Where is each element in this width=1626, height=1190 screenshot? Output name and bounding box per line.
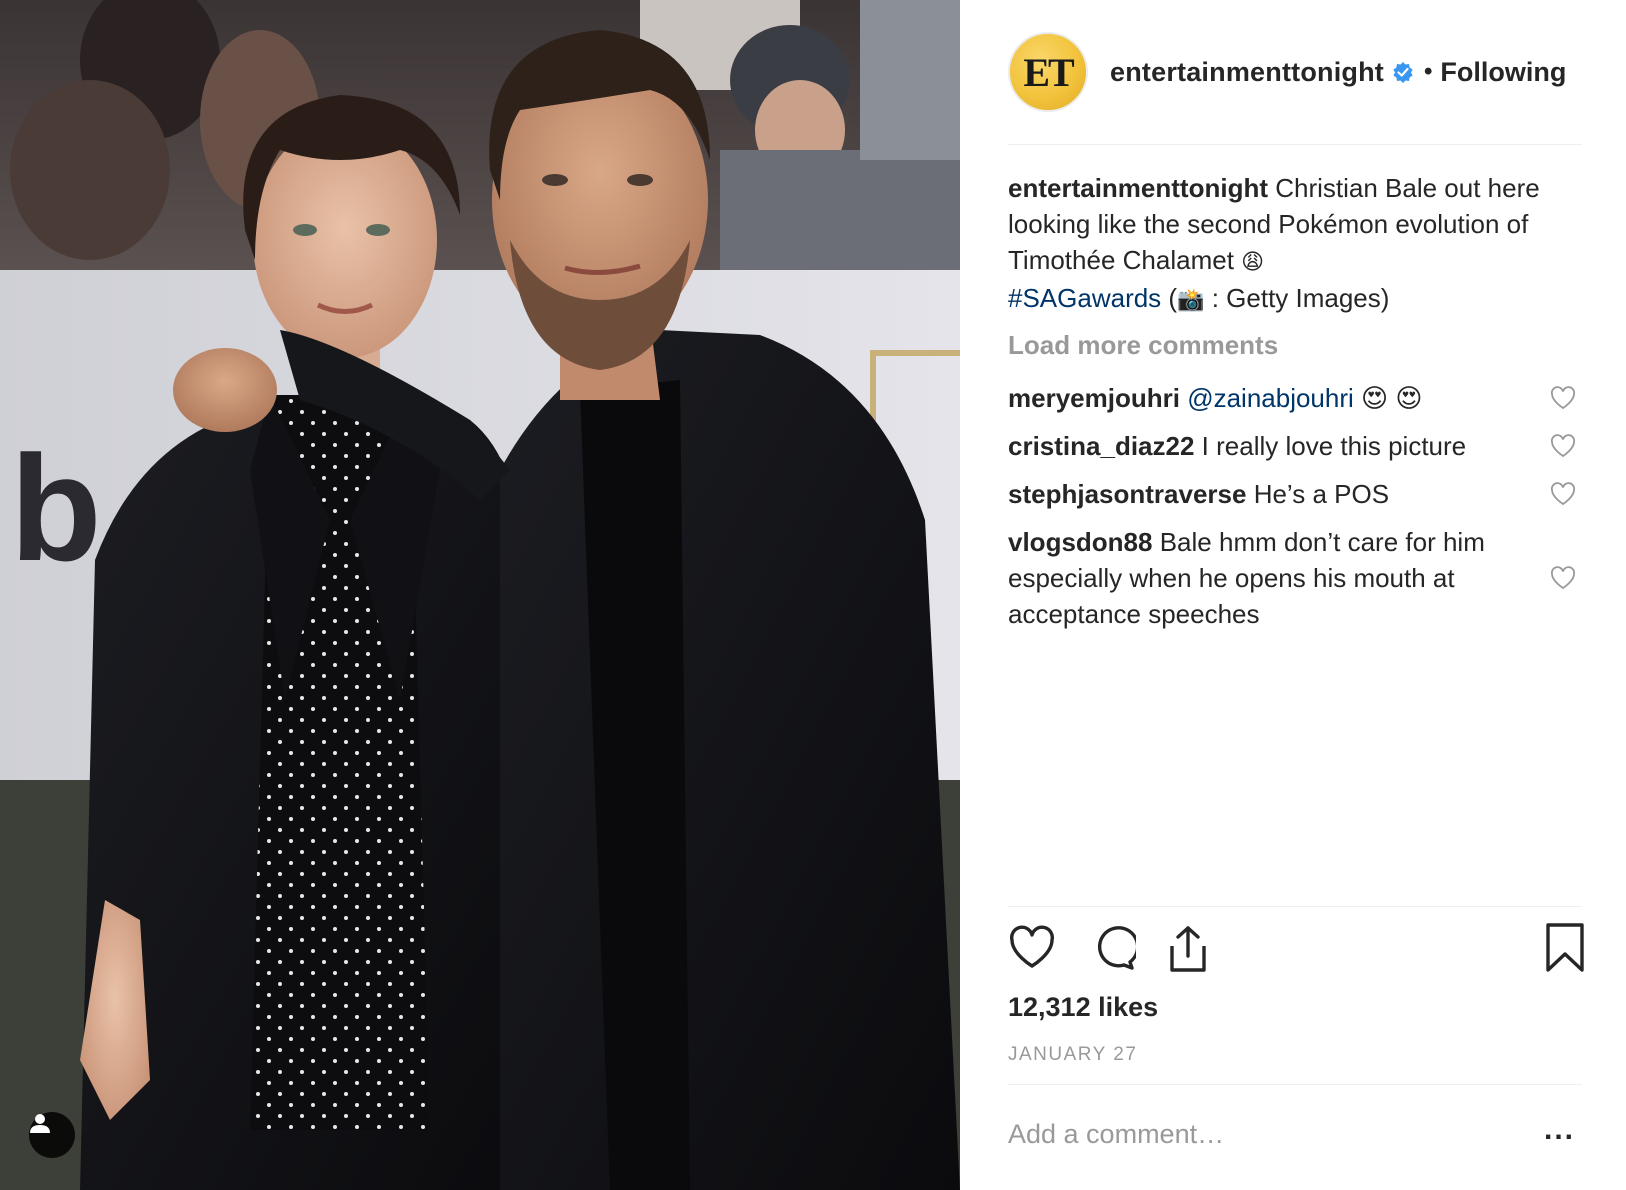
post-caption: entertainmenttonight Christian Bale out … [1008, 170, 1548, 318]
action-bar [1008, 922, 1586, 978]
caption-credit: : Getty Images) [1204, 283, 1390, 313]
post-image: b [0, 0, 960, 1190]
bookmark-icon[interactable] [1544, 922, 1586, 974]
comment-like-heart-icon[interactable] [1550, 566, 1576, 590]
comment-item: meryemjouhri @zainabjouhri 😍 😍 [1008, 380, 1518, 416]
following-button[interactable]: Following [1440, 57, 1566, 88]
comment-item: cristina_diaz22 I really love this pictu… [1008, 428, 1518, 464]
comment-like-heart-icon[interactable] [1550, 482, 1576, 506]
post-header: ET entertainmenttonight • Following [1008, 26, 1588, 118]
comment-username[interactable]: cristina_diaz22 [1008, 431, 1194, 461]
more-options-icon[interactable]: ... [1544, 1115, 1584, 1150]
post-date[interactable]: JANUARY 27 [1008, 1044, 1137, 1066]
actions-divider [1008, 906, 1582, 907]
share-icon[interactable] [1164, 924, 1212, 974]
author-avatar[interactable]: ET [1008, 32, 1088, 112]
caption-username[interactable]: entertainmenttonight [1008, 173, 1268, 203]
weary-face-emoji: 😩 [1241, 249, 1265, 274]
comment-like-heart-icon[interactable] [1550, 386, 1576, 410]
comment-username[interactable]: stephjasontraverse [1008, 479, 1246, 509]
comment-like-heart-icon[interactable] [1550, 434, 1576, 458]
verified-badge-icon [1393, 62, 1413, 83]
comment-text: He’s a POS [1253, 479, 1390, 509]
add-comment-input[interactable] [1008, 1112, 1508, 1156]
caption-credit-open: ( [1161, 283, 1178, 313]
comment-text: 😍 😍 [1353, 383, 1423, 413]
comment-mention[interactable]: @zainabjouhri [1187, 383, 1354, 413]
camera-flash-emoji: 📸 [1177, 287, 1205, 312]
comment-text: I really love this picture [1201, 431, 1467, 461]
post-photo[interactable]: b [0, 0, 960, 1190]
avatar-logo-text: ET [1023, 49, 1074, 95]
comment-box-divider [1008, 1084, 1582, 1085]
hashtag-link[interactable]: #SAGawards [1008, 283, 1161, 313]
post-sidebar: ET entertainmenttonight • Following ente… [960, 0, 1626, 1190]
svg-text:b: b [10, 424, 102, 592]
comment-item: vlogsdon88 Bale hmm don’t care for him e… [1008, 524, 1508, 632]
comment-username[interactable]: vlogsdon88 [1008, 527, 1152, 557]
load-more-comments-button[interactable]: Load more comments [1008, 330, 1278, 361]
likes-count[interactable]: 12,312 likes [1008, 992, 1158, 1023]
comment-username[interactable]: meryemjouhri [1008, 383, 1180, 413]
like-heart-icon[interactable] [1008, 924, 1056, 972]
comment-bubble-icon[interactable] [1088, 924, 1136, 972]
instagram-post: b ET entertainmenttonight • Following en… [0, 0, 1626, 1190]
separator-dot: • [1424, 58, 1433, 85]
tagged-users-button[interactable] [29, 1112, 75, 1158]
person-icon [30, 1114, 50, 1133]
comment-item: stephjasontraverse He’s a POS [1008, 476, 1518, 512]
author-username[interactable]: entertainmenttonight [1110, 57, 1384, 88]
header-divider [1008, 144, 1582, 145]
